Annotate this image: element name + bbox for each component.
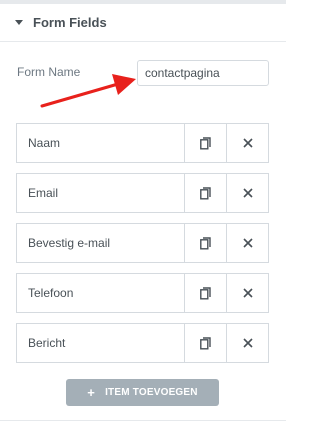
remove-field-button[interactable] xyxy=(226,174,268,212)
duplicate-field-button[interactable] xyxy=(184,274,226,312)
duplicate-field-button[interactable] xyxy=(184,174,226,212)
close-icon xyxy=(242,288,253,298)
annotation-arrow-icon xyxy=(40,74,136,108)
duplicate-field-button[interactable] xyxy=(184,124,226,162)
add-item-label: ITEM TOEVOEGEN xyxy=(105,387,198,398)
copy-icon xyxy=(200,236,211,249)
field-item-email: Email xyxy=(16,173,269,213)
field-item-label[interactable]: Bevestig e-mail xyxy=(17,224,184,262)
remove-field-button[interactable] xyxy=(226,274,268,312)
remove-field-button[interactable] xyxy=(226,124,268,162)
form-fields-section-header[interactable]: Form Fields xyxy=(0,4,286,42)
close-icon xyxy=(242,188,253,198)
field-item-label[interactable]: Telefoon xyxy=(17,274,184,312)
close-icon xyxy=(242,238,253,248)
form-name-input[interactable] xyxy=(137,60,269,86)
section-bottom-divider xyxy=(0,420,286,421)
close-icon xyxy=(242,338,253,348)
copy-icon xyxy=(200,136,211,149)
remove-field-button[interactable] xyxy=(226,324,268,362)
close-icon xyxy=(242,138,253,148)
copy-icon xyxy=(200,186,211,199)
form-fields-list: Naam Email Bevestig e-mail Telefoon Beri… xyxy=(16,123,269,373)
add-item-button[interactable]: + ITEM TOEVOEGEN xyxy=(66,379,219,406)
field-item-label[interactable]: Naam xyxy=(17,124,184,162)
field-item-bericht: Bericht xyxy=(16,323,269,363)
field-item-naam: Naam xyxy=(16,123,269,163)
field-item-label[interactable]: Bericht xyxy=(17,324,184,362)
plus-icon: + xyxy=(87,385,96,400)
duplicate-field-button[interactable] xyxy=(184,324,226,362)
copy-icon xyxy=(200,336,211,349)
field-item-telefoon: Telefoon xyxy=(16,273,269,313)
copy-icon xyxy=(200,286,211,299)
duplicate-field-button[interactable] xyxy=(184,224,226,262)
field-item-label[interactable]: Email xyxy=(17,174,184,212)
caret-down-icon xyxy=(15,20,23,25)
section-title: Form Fields xyxy=(33,15,107,30)
field-item-bevestig-email: Bevestig e-mail xyxy=(16,223,269,263)
remove-field-button[interactable] xyxy=(226,224,268,262)
